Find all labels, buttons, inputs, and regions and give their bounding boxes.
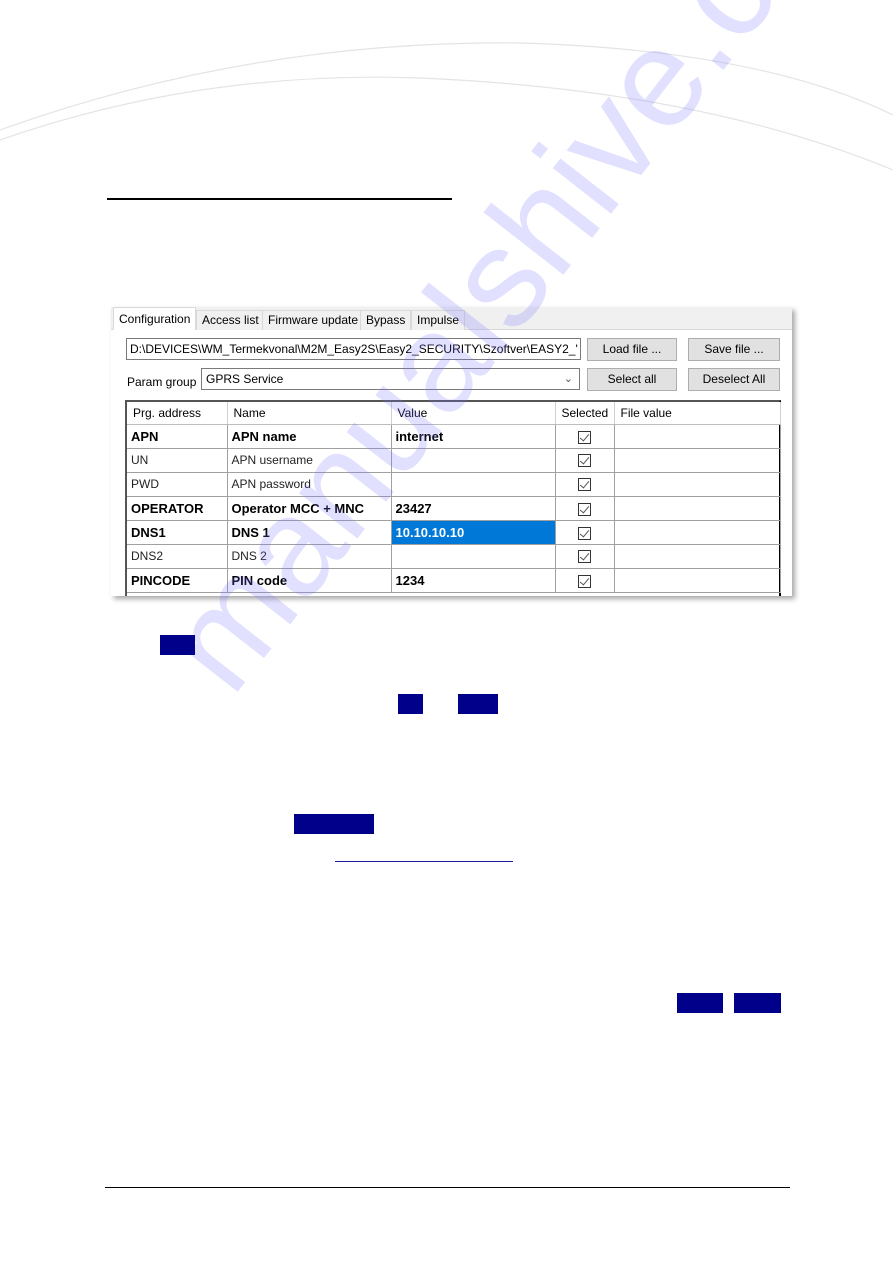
redacted-highlight <box>160 635 195 655</box>
cell-name: APN password <box>227 472 392 497</box>
tab-firmware-update[interactable]: Firmware update <box>262 310 365 330</box>
cell-value-selected[interactable]: 10.10.10.10 <box>391 520 556 545</box>
tab-bypass[interactable]: Bypass <box>360 310 412 330</box>
table-row[interactable]: OPERATOR Operator MCC + MNC 23427 <box>127 496 781 521</box>
column-header-address[interactable]: Prg. address <box>127 402 228 425</box>
table-row[interactable]: APN APN name internet <box>127 424 781 449</box>
cell-selected[interactable] <box>555 496 615 521</box>
cell-selected[interactable] <box>555 472 615 497</box>
column-header-value[interactable]: Value <box>391 402 556 425</box>
cell-name: DNS 2 <box>227 544 392 569</box>
cell-name: PIN code <box>227 568 392 593</box>
cell-file-value <box>614 520 781 545</box>
cell-value[interactable]: 1234 <box>391 568 556 593</box>
cell-selected[interactable] <box>555 424 615 449</box>
configuration-pane: D:\DEVICES\WM_Termekvonal\M2M_Easy2S\Eas… <box>111 330 792 596</box>
save-file-button[interactable]: Save file ... <box>688 338 780 361</box>
table-row[interactable]: UN APN username <box>127 448 781 473</box>
checkbox-checked-icon[interactable] <box>578 526 591 540</box>
tab-strip: Configuration Access list Firmware updat… <box>111 307 792 330</box>
chevron-down-icon: ⌄ <box>563 373 573 385</box>
checkbox-checked-icon[interactable] <box>578 574 591 588</box>
checkbox-checked-icon[interactable] <box>578 430 591 444</box>
section-title-underline <box>107 198 452 200</box>
config-window: Configuration Access list Firmware updat… <box>111 307 792 596</box>
redacted-highlight <box>458 694 498 714</box>
table-row[interactable]: DNS1 DNS 1 10.10.10.10 <box>127 520 781 545</box>
cell-value[interactable] <box>391 448 556 473</box>
cell-address: PWD <box>127 472 228 497</box>
checkbox-checked-icon[interactable] <box>578 502 591 516</box>
hyperlink-underline[interactable] <box>335 861 513 862</box>
grid-header-row: Prg. address Name Value Selected File va… <box>127 402 781 425</box>
cell-file-value <box>614 472 781 497</box>
cell-name: DNS 1 <box>227 520 392 545</box>
tab-impulse[interactable]: Impulse <box>411 310 466 330</box>
parameter-grid: Prg. address Name Value Selected File va… <box>125 400 781 596</box>
cell-address: UN <box>127 448 228 473</box>
tab-access-list[interactable]: Access list <box>196 310 265 330</box>
cell-address: DNS1 <box>127 520 228 545</box>
cell-file-value <box>614 424 781 449</box>
footer-rule <box>105 1187 790 1188</box>
load-file-button[interactable]: Load file ... <box>587 338 677 361</box>
param-group-select[interactable]: GPRS Service ⌄ <box>201 368 580 390</box>
cell-value[interactable]: internet <box>391 424 556 449</box>
column-header-name[interactable]: Name <box>227 402 392 425</box>
cell-file-value <box>614 496 781 521</box>
cell-name: APN username <box>227 448 392 473</box>
column-header-selected[interactable]: Selected <box>555 402 615 425</box>
cell-address: OPERATOR <box>127 496 228 521</box>
checkbox-checked-icon[interactable] <box>578 454 591 468</box>
redacted-highlight <box>734 993 781 1013</box>
cell-selected[interactable] <box>555 568 615 593</box>
param-group-label: Param group <box>127 375 197 389</box>
header-decoration <box>0 42 893 171</box>
table-row[interactable]: PINCODE PIN code 1234 <box>127 568 781 593</box>
select-all-button[interactable]: Select all <box>587 368 677 391</box>
cell-value[interactable]: 23427 <box>391 496 556 521</box>
table-row[interactable]: PWD APN password <box>127 472 781 497</box>
checkbox-checked-icon[interactable] <box>578 478 591 492</box>
cell-file-value <box>614 568 781 593</box>
cell-address: APN <box>127 424 228 449</box>
redacted-highlight <box>677 993 723 1013</box>
param-group-value: GPRS Service <box>206 372 284 386</box>
cell-selected[interactable] <box>555 520 615 545</box>
cell-value[interactable] <box>391 544 556 569</box>
table-row[interactable]: DNS2 DNS 2 <box>127 544 781 569</box>
cell-value[interactable] <box>391 472 556 497</box>
deselect-all-button[interactable]: Deselect All <box>688 368 780 391</box>
redacted-highlight <box>294 814 374 834</box>
cell-name: APN name <box>227 424 392 449</box>
cell-name: Operator MCC + MNC <box>227 496 392 521</box>
cell-file-value <box>614 544 781 569</box>
cell-address: DNS2 <box>127 544 228 569</box>
redacted-highlight <box>398 694 423 714</box>
cell-selected[interactable] <box>555 448 615 473</box>
tab-configuration[interactable]: Configuration <box>113 307 197 330</box>
cell-selected[interactable] <box>555 544 615 569</box>
file-path-input[interactable]: D:\DEVICES\WM_Termekvonal\M2M_Easy2S\Eas… <box>126 338 581 360</box>
checkbox-checked-icon[interactable] <box>578 550 591 564</box>
column-header-file-value[interactable]: File value <box>614 402 781 425</box>
cell-file-value <box>614 448 781 473</box>
cell-address: PINCODE <box>127 568 228 593</box>
